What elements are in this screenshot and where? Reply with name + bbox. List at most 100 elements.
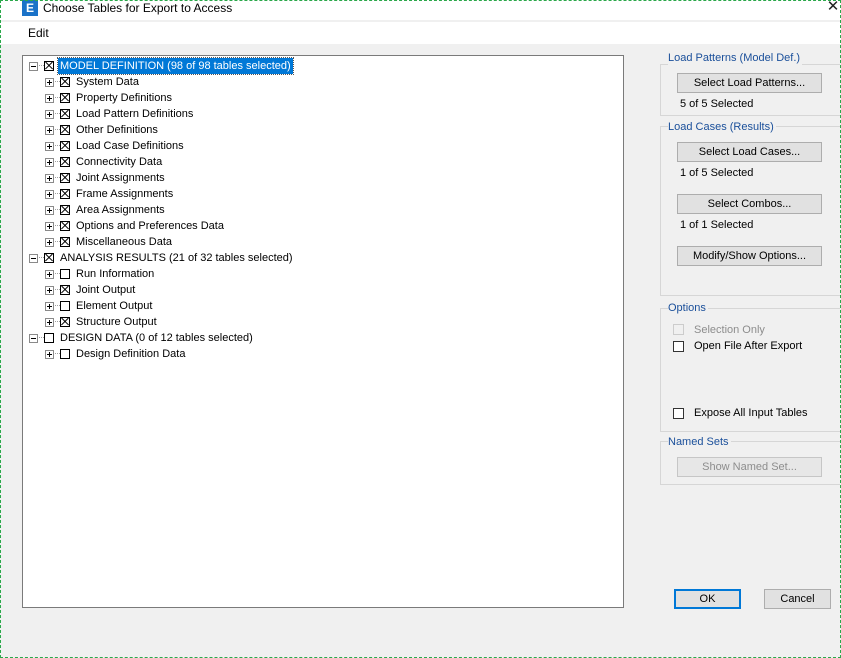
- open-file-after-export-label: Open File After Export: [694, 340, 803, 352]
- tree-item-row[interactable]: System Data: [23, 74, 623, 90]
- select-load-cases-button[interactable]: Select Load Cases...: [677, 142, 822, 162]
- tree-item-row[interactable]: Design Definition Data: [23, 346, 623, 362]
- tree-label[interactable]: Property Definitions: [74, 90, 174, 106]
- select-load-patterns-button[interactable]: Select Load Patterns...: [677, 73, 822, 93]
- expand-plus-icon[interactable]: [45, 126, 54, 135]
- tree-item-row[interactable]: Load Case Definitions: [23, 138, 623, 154]
- tree-label[interactable]: Frame Assignments: [74, 186, 175, 202]
- tree-checkbox[interactable]: [60, 285, 70, 295]
- tree-group-row[interactable]: ANALYSIS RESULTS (21 of 32 tables select…: [23, 250, 623, 266]
- tree-checkbox[interactable]: [60, 125, 70, 135]
- tree-label[interactable]: MODEL DEFINITION (98 of 98 tables select…: [57, 57, 294, 75]
- tree-label[interactable]: Joint Assignments: [74, 170, 167, 186]
- expose-all-input-tables-label: Expose All Input Tables: [694, 407, 808, 419]
- expand-plus-icon[interactable]: [45, 286, 54, 295]
- tree-checkbox[interactable]: [60, 317, 70, 327]
- expand-plus-icon[interactable]: [45, 222, 54, 231]
- expand-plus-icon[interactable]: [45, 270, 54, 279]
- collapse-minus-icon[interactable]: [29, 254, 38, 263]
- tree-label[interactable]: Design Definition Data: [74, 346, 187, 362]
- tree-item-row[interactable]: Joint Output: [23, 282, 623, 298]
- tree-checkbox[interactable]: [44, 253, 54, 263]
- tree-checkbox[interactable]: [60, 157, 70, 167]
- load-cases-status: 1 of 5 Selected: [680, 167, 754, 179]
- tree-item-row[interactable]: Joint Assignments: [23, 170, 623, 186]
- tree-checkbox[interactable]: [60, 269, 70, 279]
- tree-label[interactable]: Other Definitions: [74, 122, 160, 138]
- load-patterns-status: 5 of 5 Selected: [680, 98, 754, 110]
- expand-plus-icon[interactable]: [45, 190, 54, 199]
- expand-plus-icon[interactable]: [45, 206, 54, 215]
- cancel-button[interactable]: Cancel: [764, 589, 831, 609]
- tree-checkbox[interactable]: [60, 173, 70, 183]
- tree-label[interactable]: Structure Output: [74, 314, 159, 330]
- menu-edit[interactable]: Edit: [28, 26, 49, 40]
- tree-item-row[interactable]: Connectivity Data: [23, 154, 623, 170]
- tree-label[interactable]: Miscellaneous Data: [74, 234, 174, 250]
- combos-status: 1 of 1 Selected: [680, 219, 754, 231]
- tree-label[interactable]: ANALYSIS RESULTS (21 of 32 tables select…: [58, 250, 295, 266]
- expand-plus-icon[interactable]: [45, 174, 54, 183]
- tree-group-row[interactable]: MODEL DEFINITION (98 of 98 tables select…: [23, 57, 623, 75]
- tree-item-row[interactable]: Area Assignments: [23, 202, 623, 218]
- named-sets-title: Named Sets: [668, 436, 731, 449]
- tree-group-row[interactable]: DESIGN DATA (0 of 12 tables selected): [23, 330, 623, 346]
- expand-plus-icon[interactable]: [45, 142, 54, 151]
- select-combos-button[interactable]: Select Combos...: [677, 194, 822, 214]
- table-tree[interactable]: MODEL DEFINITION (98 of 98 tables select…: [22, 55, 624, 608]
- menu-bar: Edit: [0, 22, 841, 44]
- selection-only-checkbox[interactable]: [673, 324, 684, 335]
- tree-checkbox[interactable]: [60, 221, 70, 231]
- expand-plus-icon[interactable]: [45, 318, 54, 327]
- window-title: Choose Tables for Export to Access: [43, 1, 233, 15]
- tree-label[interactable]: Run Information: [74, 266, 156, 282]
- tree-checkbox[interactable]: [60, 205, 70, 215]
- tree-label[interactable]: Load Pattern Definitions: [74, 106, 195, 122]
- tree-label[interactable]: Load Case Definitions: [74, 138, 186, 154]
- app-icon: E: [22, 0, 38, 16]
- ok-button[interactable]: OK: [674, 589, 741, 609]
- tree-label[interactable]: Connectivity Data: [74, 154, 164, 170]
- tree-checkbox[interactable]: [60, 109, 70, 119]
- load-cases-title: Load Cases (Results): [668, 121, 776, 134]
- expand-plus-icon[interactable]: [45, 158, 54, 167]
- close-icon[interactable]: ✕: [825, 0, 841, 15]
- tree-checkbox[interactable]: [60, 141, 70, 151]
- modify-show-options-button[interactable]: Modify/Show Options...: [677, 246, 822, 266]
- expand-plus-icon[interactable]: [45, 94, 54, 103]
- tree-label[interactable]: Area Assignments: [74, 202, 167, 218]
- tree-label[interactable]: Joint Output: [74, 282, 137, 298]
- expand-plus-icon[interactable]: [45, 238, 54, 247]
- tree-label[interactable]: Element Output: [74, 298, 154, 314]
- tree-item-row[interactable]: Structure Output: [23, 314, 623, 330]
- tree-checkbox[interactable]: [60, 77, 70, 87]
- tree-label[interactable]: Options and Preferences Data: [74, 218, 226, 234]
- open-file-after-export-checkbox[interactable]: [673, 341, 684, 352]
- tree-checkbox[interactable]: [60, 189, 70, 199]
- expand-plus-icon[interactable]: [45, 302, 54, 311]
- tree-checkbox[interactable]: [44, 333, 54, 343]
- tree-checkbox[interactable]: [60, 301, 70, 311]
- tree-checkbox[interactable]: [44, 61, 54, 71]
- tree-item-row[interactable]: Load Pattern Definitions: [23, 106, 623, 122]
- tree-item-row[interactable]: Frame Assignments: [23, 186, 623, 202]
- selection-only-label: Selection Only: [694, 324, 765, 336]
- tree-item-row[interactable]: Element Output: [23, 298, 623, 314]
- tree-label[interactable]: DESIGN DATA (0 of 12 tables selected): [58, 330, 255, 346]
- tree-item-row[interactable]: Options and Preferences Data: [23, 218, 623, 234]
- tree-item-row[interactable]: Other Definitions: [23, 122, 623, 138]
- tree-item-row[interactable]: Run Information: [23, 266, 623, 282]
- expand-plus-icon[interactable]: [45, 78, 54, 87]
- expand-plus-icon[interactable]: [45, 110, 54, 119]
- tree-label[interactable]: System Data: [74, 74, 141, 90]
- tree-item-row[interactable]: Property Definitions: [23, 90, 623, 106]
- show-named-set-button[interactable]: Show Named Set...: [677, 457, 822, 477]
- expose-all-input-tables-checkbox[interactable]: [673, 408, 684, 419]
- collapse-minus-icon[interactable]: [29, 334, 38, 343]
- tree-checkbox[interactable]: [60, 93, 70, 103]
- tree-item-row[interactable]: Miscellaneous Data: [23, 234, 623, 250]
- tree-checkbox[interactable]: [60, 349, 70, 359]
- collapse-minus-icon[interactable]: [29, 62, 38, 71]
- tree-checkbox[interactable]: [60, 237, 70, 247]
- expand-plus-icon[interactable]: [45, 350, 54, 359]
